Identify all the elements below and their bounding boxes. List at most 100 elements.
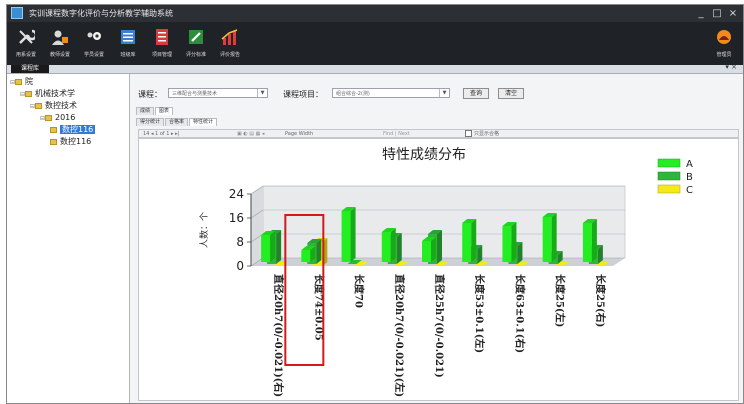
y-tick-label: 8 — [236, 235, 244, 249]
bar-a — [261, 235, 271, 262]
legend-label: C — [686, 185, 693, 196]
bar-side — [511, 222, 517, 262]
y-axis-label: 人数：个 — [198, 212, 210, 248]
x-tick-label: 直径25h7(0/-0.021) — [433, 274, 446, 378]
tab-charts[interactable]: 图表 — [155, 107, 174, 115]
tab-feature-stats[interactable]: 特性统计 — [189, 118, 218, 126]
chart-tabs: 得分统计 合格率 特性统计 — [136, 118, 218, 126]
checkbox[interactable] — [465, 130, 472, 137]
bar-a — [422, 241, 431, 262]
tree-node[interactable]: ⊟ 数控技术 — [30, 101, 77, 112]
tree-node-selected[interactable]: 数控116 — [50, 125, 96, 135]
tree-node[interactable]: 数控116 — [50, 137, 91, 147]
folder-icon — [25, 90, 32, 97]
bar-side — [437, 230, 442, 264]
toolbar-button-system[interactable]: 用系设置 — [11, 24, 41, 64]
query-button[interactable]: 查询 — [463, 88, 489, 99]
project-select[interactable]: 组合综合-2(测) ▼ — [332, 88, 450, 98]
legend-swatch — [657, 158, 681, 168]
toolbar-button-report[interactable]: 评价报告 — [215, 24, 245, 64]
clear-button[interactable]: 清空 — [498, 88, 524, 99]
bar-a — [462, 223, 472, 262]
tab-score-stats[interactable]: 得分统计 — [136, 118, 165, 126]
main-toolbar: 用系设置 教师设置 学员设置 班级库 项目管理 评分标准 评价报告 管理员 — [7, 22, 743, 65]
x-tick-label: 长度63±0.1(右) — [513, 274, 526, 353]
toolbar-label: 评价报告 — [219, 52, 240, 58]
toolbar-label: 用系设置 — [15, 52, 36, 58]
admin-avatar-icon — [717, 30, 731, 44]
bar-a — [502, 226, 512, 262]
bar-side — [591, 219, 597, 262]
teacher-icon — [52, 30, 68, 45]
grading-icon — [189, 30, 203, 44]
toolbar-label: 学员设置 — [83, 52, 104, 58]
toolbar-button-teachers[interactable]: 教师设置 — [45, 24, 75, 64]
project-select-value: 组合综合-2(测) — [336, 91, 370, 97]
bar-a — [582, 223, 592, 262]
toolbar-button-classes[interactable]: 班级库 — [113, 24, 143, 64]
legend-label: B — [686, 172, 693, 183]
bar-side — [551, 213, 557, 262]
chart-title: 特性成绩分布 — [382, 147, 466, 163]
folder-icon — [45, 114, 52, 121]
admin-label: 管理员 — [716, 52, 732, 58]
bar-side — [390, 228, 396, 262]
tree-node[interactable]: ⊟ 2016 — [40, 113, 75, 124]
bar-side — [316, 239, 322, 264]
maximize-button[interactable]: □ — [709, 5, 725, 22]
bar-side — [270, 231, 276, 262]
y-tick-label: 0 — [236, 259, 244, 273]
chevron-down-icon[interactable]: ▼ — [257, 89, 267, 97]
bar-a — [341, 211, 351, 262]
course-tree: ⊟ 院 ⊟ 机械技术学 ⊟ 数控技术 ⊟ 2016 数控116 数控116 — [7, 74, 130, 403]
close-button[interactable]: × — [725, 5, 741, 22]
x-axis-labels: 直径20h7(0/-0.021)(右) 长度74±0.05 长度70 直径20h7(0… — [272, 274, 607, 397]
tree-node-label: 院 — [25, 77, 33, 86]
bar-a — [542, 217, 552, 262]
chart-legend: ABC — [657, 158, 693, 196]
class-folder-icon — [50, 138, 57, 145]
bar-side — [350, 207, 356, 262]
window-title: 实训课程数字化评价与分析教学辅助系统 — [29, 9, 173, 18]
tree-node-label: 数控116 — [60, 137, 92, 146]
class-folder-icon — [50, 126, 57, 133]
tree-node[interactable]: ⊟ 院 — [10, 77, 33, 88]
checkbox-label: 只显示合格 — [474, 131, 500, 137]
bar-side — [471, 219, 477, 262]
bar-a — [381, 232, 391, 262]
report-viewer: 特性成绩分布 人数：个 0 8 16 24 直径20h7(0/-0.021)(右) 长度… — [138, 138, 739, 401]
toolbar-button-students[interactable]: 学员设置 — [79, 24, 109, 64]
main-panel: 课程： 三维配合与测量技术 ▼ 课程项目： 组合综合-2(测) ▼ 查询 清空 … — [130, 74, 743, 403]
bar-side — [396, 233, 402, 264]
feature-score-chart: 特性成绩分布 人数：个 081624 直径20h7(0/-0.021)(右) 长度… — [198, 147, 693, 397]
course-select-value: 三维配合与测量技术 — [172, 91, 218, 97]
class-list-icon — [121, 30, 135, 44]
legend-label: A — [686, 159, 693, 170]
tree-node-label: 数控116 — [60, 125, 96, 134]
tree-node-label: 数控技术 — [45, 101, 77, 110]
legend-swatch — [657, 171, 681, 181]
x-tick-label: 长度25(右) — [594, 274, 607, 327]
tab-scores[interactable]: 成绩 — [136, 107, 155, 115]
y-tick-label: 16 — [229, 211, 244, 225]
pane-pin-controls[interactable]: ▾ × — [725, 63, 737, 71]
toolbar-button-projects[interactable]: 项目管理 — [147, 24, 177, 64]
tab-course-library[interactable]: 课程库 — [11, 65, 49, 73]
title-bar: 实训课程数字化评价与分析教学辅助系统 _ □ × — [7, 5, 743, 22]
toolbar-label: 项目管理 — [151, 52, 172, 58]
tab-strip: 课程库 ▾ × — [7, 63, 743, 74]
bar-a — [301, 250, 311, 262]
folder-icon — [15, 78, 22, 85]
tab-pass-rate[interactable]: 合格率 — [165, 118, 189, 126]
chevron-down-icon[interactable]: ▼ — [439, 89, 449, 97]
minimize-button[interactable]: _ — [693, 5, 709, 22]
course-select[interactable]: 三维配合与测量技术 ▼ — [168, 88, 268, 98]
legend-swatch — [657, 184, 681, 194]
report-icon — [221, 29, 238, 45]
toolbar-label: 评分标准 — [185, 52, 206, 58]
report-toolbar: 14 ◂ 1 of 1 ▸ ▸| ▣ ◐ ▤ ▦ ◂ Page Width Fi… — [138, 129, 739, 138]
tree-node[interactable]: ⊟ 机械技术学 — [20, 89, 75, 100]
toolbar-label: 班级库 — [120, 52, 136, 58]
toolbar-button-grading[interactable]: 评分标准 — [181, 24, 211, 64]
admin-button[interactable]: 管理员 — [709, 24, 739, 64]
